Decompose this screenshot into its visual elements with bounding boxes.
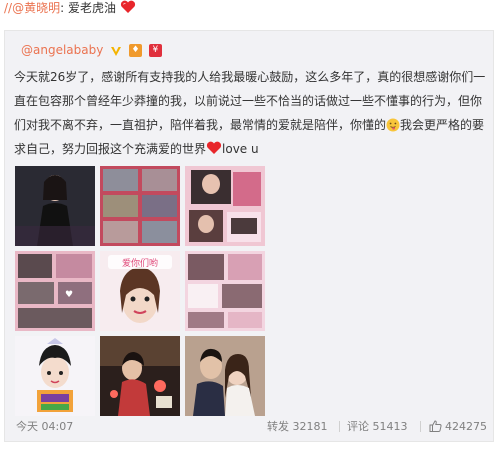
tongue-face-icon: [386, 118, 400, 132]
like-count: 424275: [445, 420, 487, 433]
like-button[interactable]: 424275: [429, 419, 487, 435]
gift-badge-icon: ♦: [129, 44, 142, 57]
post-timestamp-link[interactable]: 今天 04:07: [16, 419, 73, 435]
image-thumbnail[interactable]: [185, 251, 265, 331]
red-envelope-badge-icon: ¥: [148, 44, 162, 57]
action-divider: [420, 421, 421, 432]
repost-separator: //: [4, 1, 13, 15]
action-divider: [339, 421, 340, 432]
repost-count: 32181: [292, 420, 328, 433]
repost-label: 转发: [267, 420, 289, 433]
original-post-text: 今天就26岁了，感谢所有支持我的人给我最暖心鼓励，这么多年了，真的很想感谢你们一…: [14, 65, 489, 161]
post-text-part-3: love u: [222, 142, 259, 156]
image-thumbnail[interactable]: [185, 166, 265, 246]
repost-comment-line: //@黄晓明: 爱老虎油: [4, 0, 136, 16]
image-thumbnail[interactable]: [100, 336, 180, 416]
image-thumbnail[interactable]: [100, 166, 180, 246]
image-thumbnail[interactable]: [185, 336, 265, 416]
mention-link[interactable]: @黄晓明: [12, 1, 60, 15]
original-post-header: @angelababy ♦ ¥: [21, 41, 162, 59]
original-author-link[interactable]: @angelababy: [21, 43, 103, 57]
repost-button[interactable]: 转发 32181: [267, 419, 328, 435]
heart-icon: [120, 0, 135, 13]
comment-label: 评论: [347, 420, 369, 433]
comment-button[interactable]: 评论 51413: [347, 419, 408, 435]
image-thumbnail[interactable]: 爱你们哟: [100, 251, 180, 331]
image-thumbnail[interactable]: [15, 336, 95, 416]
thumbs-up-icon: [429, 420, 442, 432]
image-thumbnail[interactable]: ♥: [15, 251, 95, 331]
svg-text:♥: ♥: [65, 290, 73, 300]
image-thumbnail[interactable]: [15, 166, 95, 246]
repost-comment-text: 爱老虎油: [67, 1, 116, 15]
comment-count: 51413: [372, 420, 408, 433]
verified-v-icon: [111, 46, 122, 56]
original-post-card: @angelababy ♦ ¥ 今天就26岁了，感谢所有支持我的人给我最暖心鼓励…: [4, 30, 494, 442]
image-caption: 爱你们哟: [122, 257, 158, 269]
heart-icon: [206, 141, 222, 154]
colon: :: [60, 1, 65, 15]
